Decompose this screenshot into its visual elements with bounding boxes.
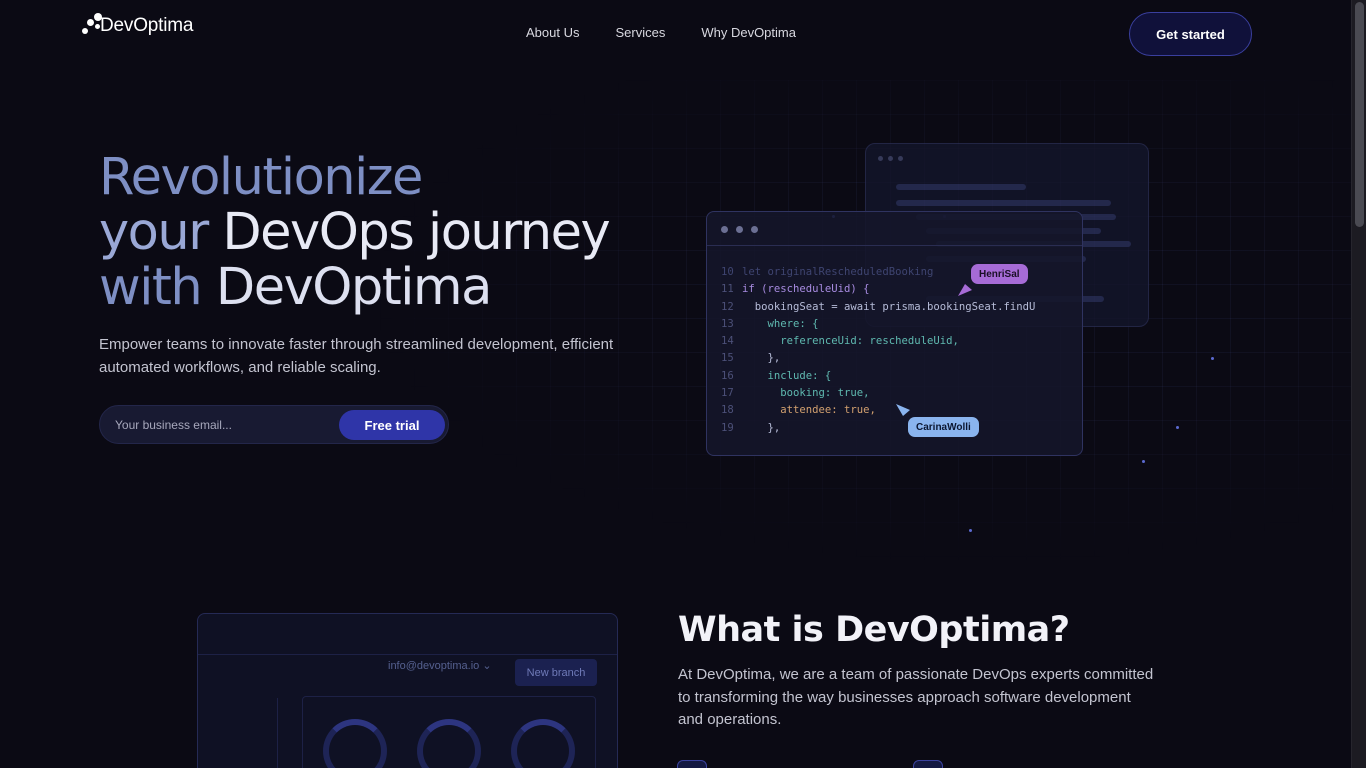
henri-cursor-icon <box>958 284 972 296</box>
code-line: 16 include: { <box>721 369 832 382</box>
site-header: DevOptima About Us Services Why DevOptim… <box>0 0 1351 68</box>
get-started-button[interactable]: Get started <box>1129 12 1252 56</box>
feature-icon <box>913 760 943 768</box>
donut-chart <box>417 719 481 768</box>
code-line: 15 }, <box>721 352 781 365</box>
donut-chart <box>323 719 387 768</box>
code-editor-window: 10 let originalRescheduledBooking 11 if (re… <box>706 211 1083 456</box>
code-line: 14 referenceUid: rescheduleUid, <box>721 335 959 348</box>
nav-services[interactable]: Services <box>615 25 665 40</box>
nav-why-devoptima[interactable]: Why DevOptima <box>701 25 796 40</box>
dashboard-preview: info@devoptima.io ⌄ New branch <box>197 613 618 768</box>
window-dots <box>878 156 903 161</box>
business-email-input[interactable] <box>115 406 335 443</box>
hero-title-line3a: with <box>99 258 216 317</box>
about-text: At DevOptima, we are a team of passionat… <box>678 666 1154 729</box>
free-trial-button[interactable]: Free trial <box>339 410 445 440</box>
hero-title-line2b: DevOps journey <box>222 203 610 262</box>
logo[interactable]: DevOptima <box>82 13 193 39</box>
code-block: 10 let originalRescheduledBooking 11 if (re… <box>721 264 1035 437</box>
grid-dot <box>1176 426 1179 429</box>
code-line: 18 attendee: true, <box>721 404 876 417</box>
divider <box>198 654 617 655</box>
logo-mark-icon <box>82 13 104 39</box>
carina-cursor-icon <box>896 404 910 416</box>
code-line: 19 }, <box>721 421 781 434</box>
code-line: 12 bookingSeat = await prisma.bookingSea… <box>721 300 1036 313</box>
about-title: What is DevOptima? <box>678 610 1070 650</box>
feature-icon <box>677 760 707 768</box>
logo-text: DevOptima <box>100 15 194 36</box>
grid-dot <box>1211 357 1214 360</box>
collaborator-tag-carina: CarinaWolli <box>908 417 979 437</box>
dashboard-email-select: info@devoptima.io ⌄ <box>388 660 492 672</box>
scrollbar-thumb[interactable] <box>1355 2 1364 227</box>
editor-titlebar <box>707 212 1082 246</box>
dashboard-panel <box>302 696 596 768</box>
dashboard-sidebar <box>198 698 278 768</box>
code-line: 17 booking: true, <box>721 387 870 400</box>
hero-title-line2a: your <box>99 203 223 262</box>
code-placeholder-bar <box>896 200 1111 206</box>
scrollbar[interactable] <box>1351 0 1366 768</box>
grid-dot <box>969 529 972 532</box>
hero-title-line3b: DevOptima <box>215 258 492 317</box>
code-line: 13 where: { <box>721 317 819 330</box>
window-dots <box>721 226 758 233</box>
donut-chart <box>511 719 575 768</box>
collaborator-tag-henri: HenriSal <box>971 264 1028 284</box>
new-branch-button: New branch <box>515 659 597 686</box>
nav-about-us[interactable]: About Us <box>526 25 579 40</box>
grid-dot <box>1142 460 1145 463</box>
main-nav: About Us Services Why DevOptima <box>526 25 796 40</box>
code-placeholder-bar <box>896 184 1026 190</box>
hero-title: Revolutionize your DevOps journey with D… <box>99 148 611 317</box>
hero-title-line1: Revolutionize <box>99 148 423 207</box>
hero-subtitle: Empower teams to innovate faster through… <box>99 336 614 376</box>
signup-form: Free trial <box>99 405 449 444</box>
